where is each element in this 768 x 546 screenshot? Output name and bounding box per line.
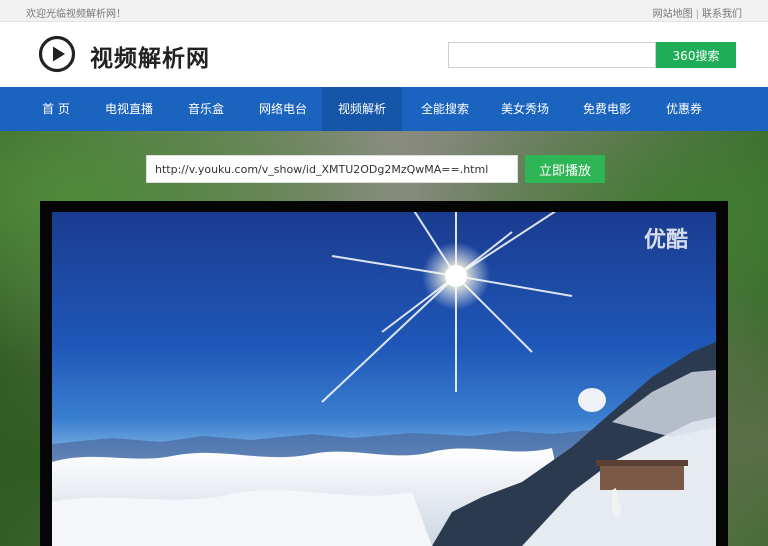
nav-item-search-all[interactable]: 全能搜索 xyxy=(410,87,480,131)
nav-item-music-box[interactable]: 音乐盒 xyxy=(176,87,236,131)
play-logo-icon[interactable] xyxy=(38,35,76,73)
nav-item-home[interactable]: 首 页 xyxy=(26,87,86,131)
site-header: 视频解析网 360搜索 xyxy=(0,22,768,87)
sun-core xyxy=(445,265,467,287)
top-links: 网站地图 | 联系我们 xyxy=(653,5,742,20)
small-cloud xyxy=(578,388,606,412)
youku-watermark: 优酷 xyxy=(643,228,688,253)
main-nav: 首 页 电视直播 音乐盒 网络电台 视频解析 全能搜索 美女秀场 免费电影 优惠… xyxy=(0,87,768,131)
nav-item-beauty-show[interactable]: 美女秀场 xyxy=(490,87,560,131)
video-url-input[interactable] xyxy=(146,155,518,183)
site-logo-text[interactable]: 视频解析网 xyxy=(90,39,210,73)
nav-item-radio[interactable]: 网络电台 xyxy=(248,87,318,131)
search-button[interactable]: 360搜索 xyxy=(656,42,736,68)
nav-item-free-movies[interactable]: 免费电影 xyxy=(572,87,642,131)
welcome-text: 欢迎光临视频解析网！ xyxy=(26,9,126,20)
video-frame[interactable]: 优酷 xyxy=(52,212,716,546)
sitemap-link[interactable]: 网站地图 xyxy=(653,9,693,20)
mountain-hut xyxy=(600,464,684,490)
top-links-separator: | xyxy=(695,9,699,20)
hut-roof xyxy=(596,460,688,466)
nav-item-tv-live[interactable]: 电视直播 xyxy=(94,87,164,131)
play-now-button[interactable]: 立即播放 xyxy=(525,155,605,183)
video-scene-image xyxy=(52,212,716,546)
nav-item-video-parse[interactable]: 视频解析 xyxy=(322,87,402,131)
search-input[interactable] xyxy=(448,42,656,68)
top-bar: 欢迎光临视频解析网！ 网站地图 | 联系我们 xyxy=(0,0,768,22)
cloud-sea-lower xyxy=(52,490,432,546)
contact-link[interactable]: 联系我们 xyxy=(702,9,742,20)
nav-item-coupons[interactable]: 优惠券 xyxy=(654,87,714,131)
